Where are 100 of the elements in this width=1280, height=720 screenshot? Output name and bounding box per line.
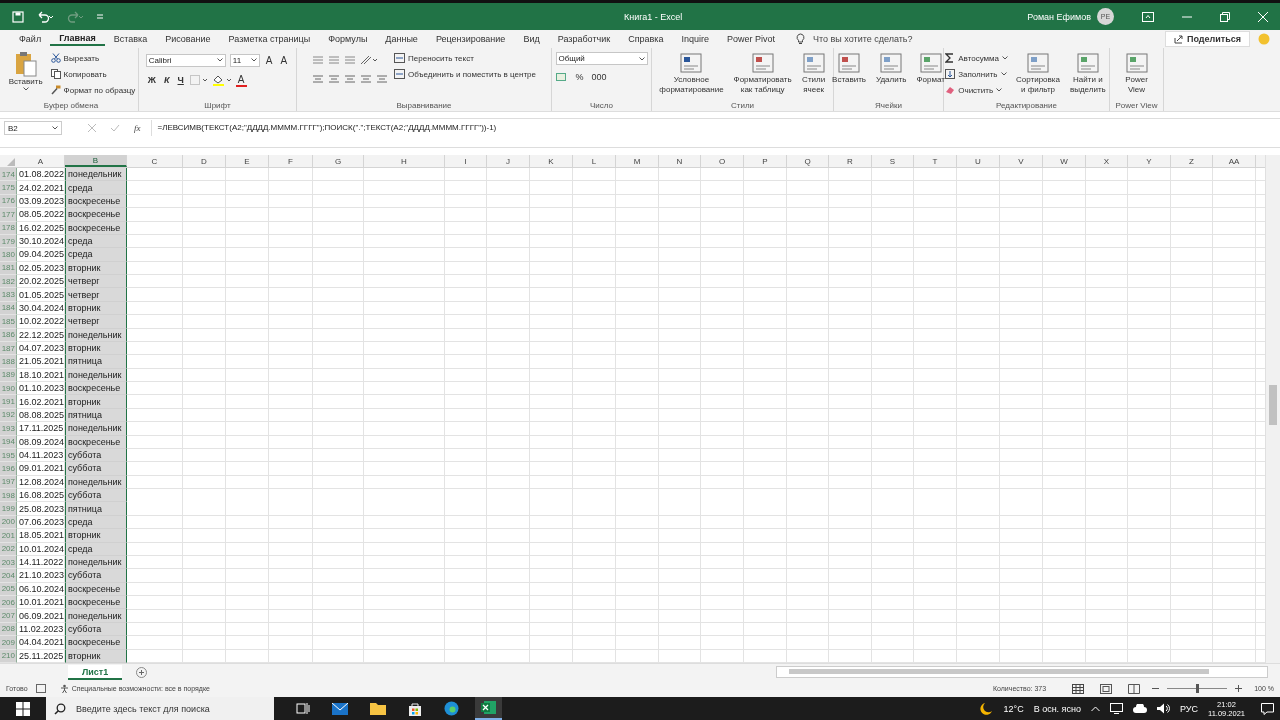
- undo-icon[interactable]: [36, 10, 54, 23]
- ribbon-tab[interactable]: Разработчик: [548, 32, 620, 46]
- column-header[interactable]: T: [914, 155, 957, 167]
- ribbon-button[interactable]: Формат: [914, 50, 947, 86]
- fill-color-icon[interactable]: [211, 74, 232, 86]
- ribbon-tab[interactable]: Power Pivot: [718, 32, 785, 46]
- font-size-field[interactable]: 11: [229, 53, 260, 67]
- ribbon-button[interactable]: Заполнить: [945, 68, 1009, 80]
- column-header[interactable]: K: [530, 155, 573, 167]
- ribbon-display-icon[interactable]: [1142, 11, 1154, 22]
- column-header[interactable]: R: [829, 155, 872, 167]
- taskbar-search-field[interactable]: Введите здесь текст для поиска: [46, 697, 274, 720]
- notifications-icon[interactable]: [1261, 702, 1274, 715]
- ribbon-button[interactable]: Форматировать как таблицу: [731, 50, 794, 96]
- column-header[interactable]: Q: [787, 155, 829, 167]
- ribbon-button[interactable]: Стили ячеек: [799, 50, 828, 96]
- language-indicator[interactable]: РУС: [1180, 703, 1198, 714]
- mail-icon[interactable]: [332, 702, 348, 715]
- search-field[interactable]: Что вы хотите сделать?: [813, 34, 913, 44]
- ribbon-button[interactable]: Найти и выделить: [1067, 50, 1108, 96]
- column-header[interactable]: S: [872, 155, 914, 167]
- zoom-in-icon[interactable]: [1235, 685, 1243, 692]
- column-header[interactable]: N: [659, 155, 701, 167]
- volume-icon[interactable]: [1157, 703, 1170, 714]
- ribbon-tab[interactable]: Вид: [514, 32, 549, 46]
- percent-button[interactable]: %: [573, 72, 586, 82]
- bold-button[interactable]: Ж: [145, 75, 158, 85]
- close-icon[interactable]: [1258, 11, 1268, 22]
- task-view-icon[interactable]: [296, 702, 310, 715]
- italic-button[interactable]: К: [161, 75, 172, 85]
- page-break-icon[interactable]: [1128, 683, 1141, 694]
- formula-field[interactable]: =ЛЕВСИМВ(ТЕКСТ(A2;"ДДДД.ММММ.ГГГГ");ПОИСК(".";ТЕКСТ(A2;"ДДДД.ММММ.ГГГГ"))-1): [151, 119, 503, 136]
- ribbon-button[interactable]: Формат по образцу: [50, 84, 136, 96]
- folder-icon[interactable]: [370, 702, 386, 715]
- ribbon-tab[interactable]: Inquire: [672, 32, 718, 46]
- spreadsheet-app-icon[interactable]: [481, 700, 496, 715]
- thousands-button[interactable]: 000: [589, 72, 609, 82]
- save-icon[interactable]: [12, 10, 24, 23]
- column-header[interactable]: C: [127, 155, 183, 167]
- column-header[interactable]: J: [487, 155, 530, 167]
- column-header[interactable]: P: [744, 155, 787, 167]
- column-header[interactable]: V: [1000, 155, 1043, 167]
- page-layout-icon[interactable]: [1100, 683, 1113, 694]
- ribbon-button[interactable]: Сортировка и фильтр: [1014, 50, 1062, 96]
- ribbon-button[interactable]: Объединить и поместить в центре: [394, 68, 536, 80]
- ribbon-button[interactable]: Power View: [1122, 50, 1151, 96]
- normal-view-icon[interactable]: [1072, 683, 1085, 694]
- ribbon-tab[interactable]: Рецензирование: [426, 32, 515, 46]
- column-header[interactable]: F: [269, 155, 313, 167]
- ribbon-button[interactable]: Удалить: [874, 50, 909, 86]
- orientation-icon[interactable]: [360, 55, 379, 65]
- weather-text[interactable]: В осн. ясно: [1033, 703, 1081, 714]
- ribbon-tab[interactable]: Данные: [376, 32, 427, 46]
- column-header[interactable]: B: [65, 155, 127, 167]
- temperature-text[interactable]: 12°C: [1003, 703, 1024, 714]
- store-icon[interactable]: [408, 701, 422, 716]
- name-box[interactable]: B2: [4, 121, 62, 135]
- ribbon-tab[interactable]: Формулы: [319, 32, 377, 46]
- share-button[interactable]: Поделиться: [1165, 31, 1250, 47]
- increase-font-button[interactable]: A: [263, 54, 275, 66]
- ribbon-tab[interactable]: Рисование: [156, 32, 220, 46]
- chevron-up-icon[interactable]: [1091, 705, 1100, 712]
- vertical-scrollbar[interactable]: [1265, 155, 1280, 663]
- column-header[interactable]: AA: [1213, 155, 1256, 167]
- restore-icon[interactable]: [1220, 11, 1230, 22]
- windows-start-icon[interactable]: [16, 701, 30, 716]
- insert-function-button[interactable]: fx: [134, 123, 141, 133]
- ribbon-tab[interactable]: Главная: [50, 32, 105, 46]
- column-header[interactable]: H: [364, 155, 445, 167]
- accessibility-icon[interactable]: [59, 684, 69, 693]
- horizontal-scrollbar[interactable]: [776, 666, 1268, 678]
- underline-button[interactable]: Ч: [175, 75, 186, 85]
- network-icon[interactable]: [1110, 703, 1123, 714]
- column-header[interactable]: U: [957, 155, 1000, 167]
- sheet-tab[interactable]: Лист1: [68, 664, 123, 680]
- macro-icon[interactable]: [35, 684, 46, 693]
- ribbon-button[interactable]: Автосумма: [945, 52, 1009, 64]
- cloud-icon[interactable]: [1133, 704, 1147, 713]
- browser-icon[interactable]: [444, 701, 459, 716]
- ribbon-button[interactable]: Копировать: [50, 68, 136, 80]
- number-format-field[interactable]: Общий: [555, 52, 648, 65]
- column-header[interactable]: Z: [1171, 155, 1213, 167]
- ribbon-button[interactable]: Условное форматирование: [657, 50, 726, 96]
- ribbon-button[interactable]: Очистить: [945, 84, 1009, 96]
- ribbon-tab[interactable]: Вставка: [104, 32, 157, 46]
- column-header[interactable]: D: [183, 155, 226, 167]
- column-header[interactable]: G: [313, 155, 364, 167]
- ribbon-button[interactable]: Переносить текст: [394, 52, 536, 64]
- add-sheet-icon[interactable]: [136, 666, 148, 678]
- column-header[interactable]: O: [701, 155, 744, 167]
- column-header[interactable]: L: [573, 155, 616, 167]
- column-header[interactable]: X: [1086, 155, 1128, 167]
- paste-button[interactable]: Вставить: [6, 50, 45, 92]
- weather-icon[interactable]: [977, 701, 994, 716]
- decrease-font-button[interactable]: A: [278, 54, 290, 66]
- customize-icon[interactable]: [96, 11, 104, 22]
- ribbon-tab[interactable]: Файл: [10, 32, 51, 46]
- lightbulb-icon[interactable]: [796, 33, 806, 45]
- font-name-field[interactable]: Calibri: [145, 53, 226, 67]
- column-header[interactable]: Y: [1128, 155, 1171, 167]
